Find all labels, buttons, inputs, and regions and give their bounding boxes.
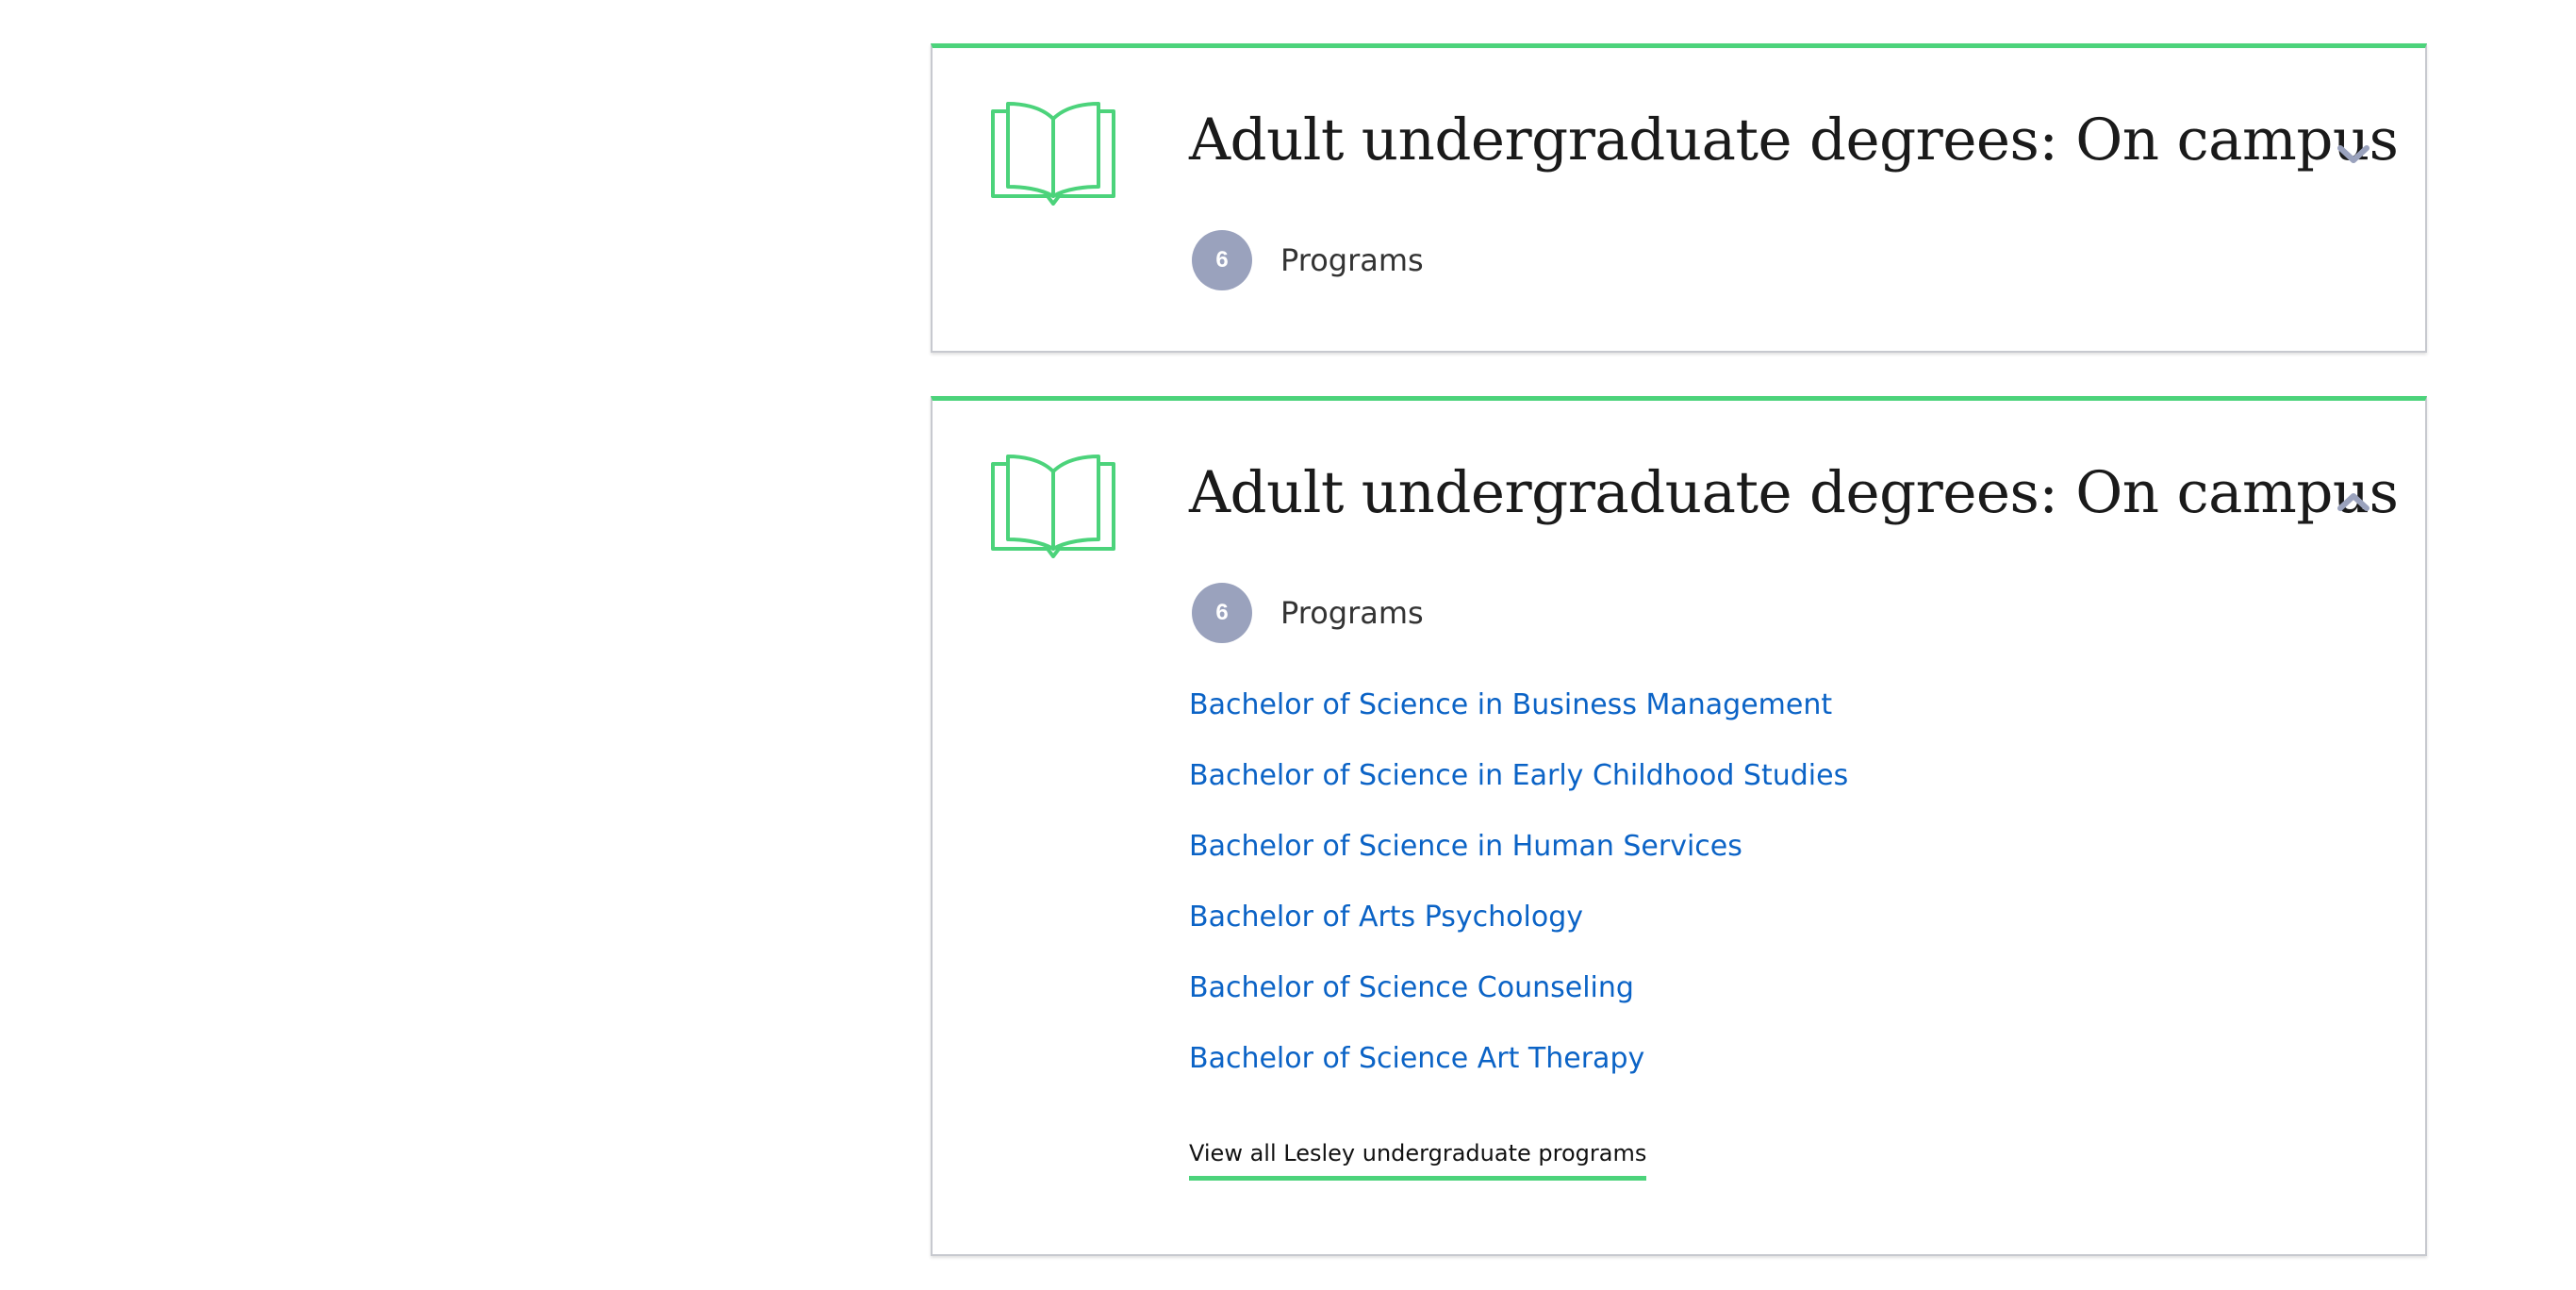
list-item: Bachelor of Science Counseling — [1189, 969, 1848, 1040]
program-count-badge: 6 — [1192, 583, 1252, 643]
open-book-icon — [991, 455, 1115, 558]
program-category-card-collapsed: Adult undergraduate degrees: On campus 6… — [931, 43, 2427, 353]
program-link-early-childhood-studies[interactable]: Bachelor of Science in Early Childhood S… — [1189, 757, 1848, 795]
program-count-row: 6 Programs — [1192, 230, 1424, 290]
list-item: Bachelor of Arts Psychology — [1189, 899, 1848, 969]
program-link-art-therapy[interactable]: Bachelor of Science Art Therapy — [1189, 1040, 1644, 1078]
expand-toggle[interactable] — [2334, 135, 2373, 174]
program-category-card-expanded: Adult undergraduate degrees: On campus 6… — [931, 396, 2427, 1256]
chevron-up-icon — [2337, 493, 2370, 511]
program-link-psychology[interactable]: Bachelor of Arts Psychology — [1189, 899, 1583, 936]
program-count-label: Programs — [1280, 595, 1424, 631]
card-title: Adult undergraduate degrees: On campus — [1189, 459, 2399, 526]
list-item: Bachelor of Science in Early Childhood S… — [1189, 757, 1848, 828]
program-link-human-services[interactable]: Bachelor of Science in Human Services — [1189, 828, 1742, 866]
program-count-label: Programs — [1280, 242, 1424, 278]
chevron-down-icon — [2337, 145, 2370, 163]
open-book-icon — [991, 102, 1115, 206]
program-list: Bachelor of Science in Business Manageme… — [1189, 686, 1848, 1111]
card-title: Adult undergraduate degrees: On campus — [1189, 107, 2399, 174]
program-link-business-management[interactable]: Bachelor of Science in Business Manageme… — [1189, 686, 1832, 724]
collapse-toggle[interactable] — [2334, 482, 2373, 521]
view-all-programs-link[interactable]: View all Lesley undergraduate programs — [1189, 1140, 1647, 1181]
list-item: Bachelor of Science in Business Manageme… — [1189, 686, 1848, 757]
list-item: Bachelor of Science Art Therapy — [1189, 1040, 1848, 1111]
program-link-counseling[interactable]: Bachelor of Science Counseling — [1189, 969, 1634, 1007]
program-count-badge: 6 — [1192, 230, 1252, 290]
list-item: Bachelor of Science in Human Services — [1189, 828, 1848, 899]
program-count-row: 6 Programs — [1192, 583, 1424, 643]
